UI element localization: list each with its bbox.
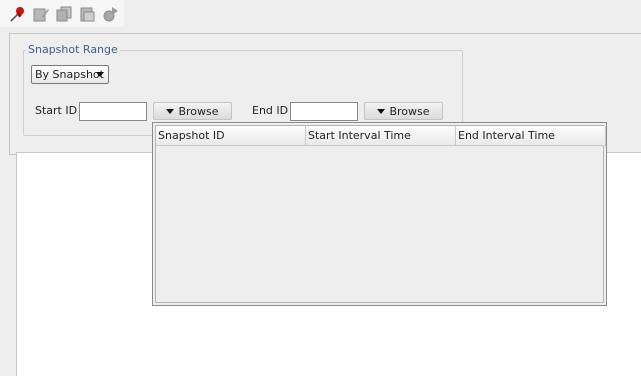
app-root: Snapshot Range By Snapshot Start ID Brow… xyxy=(0,0,641,376)
range-mode-dropdown[interactable]: By Snapshot xyxy=(31,65,109,84)
chevron-down-icon xyxy=(166,108,175,114)
snapshot-table[interactable]: Snapshot ID Start Interval Time End Inte… xyxy=(155,125,606,303)
browse-label: Browse xyxy=(178,104,219,118)
chevron-down-icon xyxy=(96,72,104,77)
paste-icon[interactable] xyxy=(77,4,97,24)
column-header-end-interval-time[interactable]: End Interval Time xyxy=(456,126,606,145)
chevron-down-icon xyxy=(377,108,386,114)
start-id-input[interactable] xyxy=(79,102,147,121)
range-mode-value: By Snapshot xyxy=(35,68,104,81)
browse-label: Browse xyxy=(389,104,430,118)
export-icon[interactable] xyxy=(100,4,120,24)
snapshot-browse-popup: Snapshot ID Start Interval Time End Inte… xyxy=(152,122,607,306)
column-header-snapshot-id[interactable]: Snapshot ID xyxy=(156,126,306,145)
end-id-input[interactable] xyxy=(290,102,358,121)
edit-icon[interactable] xyxy=(31,4,51,24)
column-header-start-interval-time[interactable]: Start Interval Time xyxy=(306,126,456,145)
end-id-label: End ID xyxy=(252,104,289,117)
table-header: Snapshot ID Start Interval Time End Inte… xyxy=(156,126,606,146)
toolbar xyxy=(0,0,124,27)
start-id-label: Start ID xyxy=(35,104,78,117)
start-browse-button[interactable]: Browse xyxy=(153,102,232,120)
snapshot-range-title: Snapshot Range xyxy=(26,43,120,56)
pin-icon[interactable] xyxy=(8,4,28,24)
end-browse-button[interactable]: Browse xyxy=(364,102,443,120)
copy-icon[interactable] xyxy=(54,4,74,24)
